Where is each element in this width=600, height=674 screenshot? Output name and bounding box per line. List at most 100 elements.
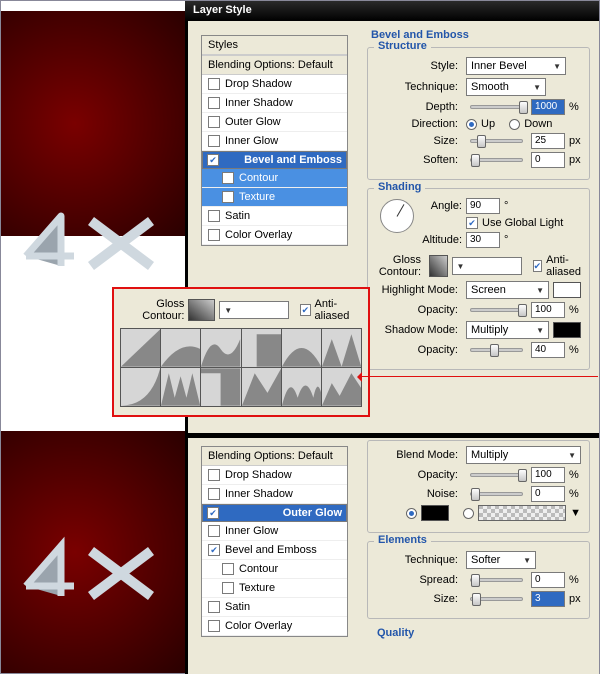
style-checkbox[interactable] — [208, 135, 220, 147]
style-item[interactable]: Inner Glow — [202, 132, 347, 151]
highlight-color-swatch[interactable] — [553, 282, 581, 298]
angle-dial[interactable] — [380, 199, 414, 233]
color-radio[interactable] — [406, 508, 417, 519]
style-checkbox[interactable] — [208, 601, 220, 613]
style-checkbox[interactable] — [222, 172, 234, 184]
style-item[interactable]: Inner Shadow — [202, 94, 347, 113]
style-checkbox[interactable] — [208, 116, 220, 128]
contour-preset[interactable] — [201, 329, 240, 367]
window-titlebar[interactable]: Layer Style — [185, 1, 599, 21]
angle-input[interactable]: 90 — [466, 198, 500, 214]
style-checkbox[interactable] — [207, 154, 219, 166]
style-item[interactable]: Drop Shadow — [202, 75, 347, 94]
noise-input[interactable]: 0 — [531, 486, 565, 502]
elements-group: Elements Technique:Softer▼ Spread:0% Siz… — [367, 541, 590, 619]
size-input[interactable]: 25 — [531, 133, 565, 149]
shadow-mode-select[interactable]: Multiply▼ — [466, 321, 549, 339]
contour-preset[interactable] — [242, 368, 281, 406]
shadow-mode-label: Shadow Mode: — [376, 324, 458, 336]
glow-size-slider[interactable] — [470, 597, 523, 601]
contour-preset[interactable] — [322, 329, 361, 367]
styles-header[interactable]: Styles — [202, 36, 347, 55]
spread-slider[interactable] — [470, 578, 523, 582]
style-checkbox[interactable] — [208, 525, 220, 537]
glow-technique-select[interactable]: Softer▼ — [466, 551, 536, 569]
style-item[interactable]: Color Overlay — [202, 226, 347, 245]
popout-contour-dropdown[interactable]: ▼ — [219, 301, 289, 319]
style-item[interactable]: Outer Glow — [202, 504, 347, 522]
size-slider[interactable] — [470, 139, 523, 143]
spread-input[interactable]: 0 — [531, 572, 565, 588]
anti-aliased-checkbox[interactable] — [533, 260, 543, 272]
style-checkbox[interactable] — [222, 582, 234, 594]
style-checkbox[interactable] — [208, 229, 220, 241]
style-item[interactable]: Contour — [202, 169, 347, 188]
blending-options-2[interactable]: Blending Options: Default — [202, 447, 347, 466]
altitude-input[interactable]: 30 — [466, 232, 500, 248]
popout-contour-preview[interactable] — [188, 299, 215, 321]
style-checkbox[interactable] — [222, 563, 234, 575]
style-item[interactable]: Satin — [202, 598, 347, 617]
style-item[interactable]: Inner Glow — [202, 522, 347, 541]
depth-input[interactable]: 1000 — [531, 99, 565, 115]
style-item[interactable]: Contour — [202, 560, 347, 579]
direction-up-radio[interactable] — [466, 119, 477, 130]
direction-down-radio[interactable] — [509, 119, 520, 130]
glow-size-input[interactable]: 3 — [531, 591, 565, 607]
contour-preset[interactable] — [161, 329, 200, 367]
glow-opacity-input[interactable]: 100 — [531, 467, 565, 483]
style-checkbox[interactable] — [208, 78, 220, 90]
style-item[interactable]: Satin — [202, 207, 347, 226]
style-select[interactable]: Inner Bevel▼ — [466, 57, 566, 75]
style-item[interactable]: Drop Shadow — [202, 466, 347, 485]
contour-preset[interactable] — [121, 329, 160, 367]
popout-aa-checkbox[interactable] — [300, 304, 310, 316]
shadow-opacity-slider[interactable] — [470, 348, 523, 352]
global-light-checkbox[interactable] — [466, 217, 478, 229]
style-checkbox[interactable] — [208, 488, 220, 500]
style-checkbox[interactable] — [208, 620, 220, 632]
shadow-opacity-input[interactable]: 40 — [531, 342, 565, 358]
blend-mode-select[interactable]: Multiply▼ — [466, 446, 581, 464]
style-item[interactable]: Color Overlay — [202, 617, 347, 636]
style-checkbox[interactable] — [222, 191, 234, 203]
style-checkbox[interactable] — [208, 469, 220, 481]
contour-preset[interactable] — [161, 368, 200, 406]
style-label: Drop Shadow — [225, 469, 292, 481]
style-item[interactable]: Texture — [202, 188, 347, 207]
style-item[interactable]: Outer Glow — [202, 113, 347, 132]
gloss-contour-picker[interactable] — [429, 255, 447, 277]
highlight-opacity-input[interactable]: 100 — [531, 302, 565, 318]
contour-preset[interactable] — [282, 368, 321, 406]
glow-gradient-swatch[interactable] — [478, 505, 566, 521]
style-checkbox[interactable] — [208, 544, 220, 556]
style-label: Satin — [225, 210, 250, 222]
contour-preset[interactable] — [121, 368, 160, 406]
blending-options[interactable]: Blending Options: Default — [202, 55, 347, 75]
style-item[interactable]: Bevel and Emboss — [202, 541, 347, 560]
depth-slider[interactable] — [470, 105, 523, 109]
glow-color-swatch[interactable] — [421, 505, 449, 521]
soften-slider[interactable] — [470, 158, 523, 162]
style-item[interactable]: Bevel and Emboss — [202, 151, 347, 169]
style-label: Outer Glow — [283, 507, 342, 519]
noise-slider[interactable] — [470, 492, 523, 496]
style-label: Bevel and Emboss — [225, 544, 317, 556]
style-checkbox[interactable] — [207, 507, 219, 519]
glow-opacity-slider[interactable] — [470, 473, 523, 477]
contour-preset[interactable] — [201, 368, 240, 406]
style-checkbox[interactable] — [208, 97, 220, 109]
style-label: Style: — [376, 60, 458, 72]
gradient-radio[interactable] — [463, 508, 474, 519]
style-item[interactable]: Inner Shadow — [202, 485, 347, 504]
gloss-contour-dropdown[interactable]: ▼ — [452, 257, 522, 275]
highlight-opacity-slider[interactable] — [470, 308, 523, 312]
technique-select[interactable]: Smooth▼ — [466, 78, 546, 96]
highlight-mode-select[interactable]: Screen▼ — [466, 281, 549, 299]
contour-preset[interactable] — [282, 329, 321, 367]
soften-input[interactable]: 0 — [531, 152, 565, 168]
shadow-color-swatch[interactable] — [553, 322, 581, 338]
style-checkbox[interactable] — [208, 210, 220, 222]
contour-preset[interactable] — [242, 329, 281, 367]
style-item[interactable]: Texture — [202, 579, 347, 598]
